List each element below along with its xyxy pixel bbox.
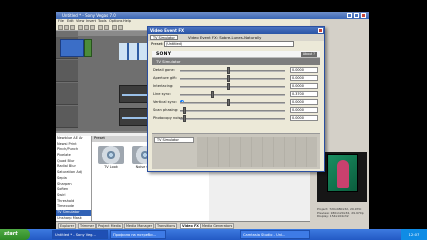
fx-chain-bar: TV Simulator Video Event FX: Sobre-Lunes… bbox=[148, 34, 324, 41]
param-label: Aperture gift: bbox=[153, 76, 177, 80]
param-label: Scan phasing: bbox=[153, 108, 179, 112]
menu-tools[interactable]: Tools bbox=[98, 19, 107, 23]
sony-logo: SONY bbox=[156, 52, 172, 57]
param-row: Photocopy noise: 0.0000 bbox=[152, 115, 320, 122]
close-icon[interactable] bbox=[361, 13, 366, 18]
param-label: Detail gone: bbox=[153, 68, 175, 72]
menu-view[interactable]: View bbox=[76, 19, 84, 23]
param-slider-thumb[interactable] bbox=[227, 75, 230, 82]
param-row: Scan phasing: 0.0000 bbox=[152, 107, 320, 114]
param-value-field[interactable]: 0.0000 bbox=[290, 107, 318, 113]
minimize-icon[interactable] bbox=[347, 13, 352, 18]
menu-help[interactable]: Help bbox=[123, 19, 131, 23]
close-icon[interactable] bbox=[318, 28, 323, 33]
param-slider-thumb[interactable] bbox=[211, 91, 214, 98]
open-icon[interactable] bbox=[64, 25, 69, 30]
param-value-field[interactable]: 0.0000 bbox=[290, 99, 318, 105]
dialog-header-text: Video Event FX: Sobre-Lunes-Naturally bbox=[188, 35, 262, 40]
param-slider-thumb[interactable] bbox=[183, 115, 186, 122]
param-slider-track[interactable] bbox=[180, 118, 285, 120]
preset-label: TV Look bbox=[104, 165, 118, 169]
fx-name-bar: TV Simulator bbox=[152, 58, 320, 65]
envelope-tool-icon[interactable] bbox=[118, 25, 123, 30]
video-clip[interactable] bbox=[84, 39, 92, 57]
copy-icon[interactable] bbox=[84, 25, 89, 30]
app-title: Untitled * - Sony Vegas 7.0 bbox=[62, 13, 116, 18]
param-slider-track[interactable] bbox=[180, 102, 285, 104]
param-value-field[interactable]: 0.0000 bbox=[290, 83, 318, 89]
param-row: Aperture gift: 0.0000 bbox=[152, 75, 320, 82]
taskbar-task[interactable]: Untitled * - Sony Veg... bbox=[52, 230, 108, 239]
param-row: Detail gone: 0.0000 bbox=[152, 67, 320, 74]
param-slider-thumb[interactable] bbox=[183, 107, 186, 114]
param-row: Vertical sync: 0.0000 bbox=[152, 99, 320, 106]
taskbar: start Untitled * - Sony Veg... Профиля н… bbox=[0, 229, 427, 240]
system-clock: 12:07 bbox=[401, 229, 427, 240]
plugin-header: SONY About ? bbox=[152, 51, 320, 58]
param-slider-track[interactable] bbox=[180, 86, 285, 88]
fx-keyframe-area: TV Simulator bbox=[152, 133, 320, 169]
video-clip[interactable] bbox=[60, 39, 84, 57]
param-slider-track[interactable] bbox=[180, 70, 285, 72]
fx-chain-item[interactable]: TV Simulator bbox=[154, 137, 194, 143]
param-row: Interlacing: 0.0000 bbox=[152, 83, 320, 90]
menu-file[interactable]: File bbox=[58, 19, 64, 23]
new-icon[interactable] bbox=[58, 25, 63, 30]
preset-dropdown[interactable]: (Untitled) bbox=[164, 41, 294, 47]
param-label: Line sync: bbox=[153, 92, 172, 96]
param-slider-thumb[interactable] bbox=[227, 99, 230, 106]
param-slider-track[interactable] bbox=[180, 94, 285, 96]
paste-icon[interactable] bbox=[90, 25, 95, 30]
keyframe-timeline[interactable] bbox=[197, 137, 317, 167]
track-header-audio-2[interactable] bbox=[56, 106, 78, 128]
param-slider-thumb[interactable] bbox=[227, 67, 230, 74]
param-value-field[interactable]: 0.3700 bbox=[290, 91, 318, 97]
fx-chip[interactable]: TV Simulator bbox=[150, 35, 178, 40]
preview-info-line: Display: 154x104x32 bbox=[317, 214, 349, 218]
app-titlebar[interactable]: Untitled * - Sony Vegas 7.0 bbox=[56, 12, 369, 19]
about-button[interactable]: About ? bbox=[300, 52, 317, 57]
video-event-fx-dialog: Video Event FX TV Simulator Video Event … bbox=[147, 26, 325, 172]
param-value-field[interactable]: 0.0000 bbox=[290, 67, 318, 73]
menu-options[interactable]: Options bbox=[109, 19, 123, 23]
preset-label: Preset: bbox=[151, 42, 164, 46]
desktop: Untitled * - Sony Vegas 7.0 File Edit Vi… bbox=[0, 0, 427, 240]
preview-frame-image bbox=[327, 154, 358, 192]
taskbar-task[interactable]: Профиля на потреби... bbox=[110, 230, 166, 239]
menu-edit[interactable]: Edit bbox=[67, 19, 74, 23]
preset-thumbnail[interactable] bbox=[98, 146, 124, 164]
cut-icon[interactable] bbox=[78, 25, 83, 30]
menu-insert[interactable]: Insert bbox=[86, 19, 96, 23]
taskbar-task[interactable]: Camtasia Studio - Uni... bbox=[240, 230, 310, 239]
preview-info: Project: 720x480x32, 29.970i Preview: 18… bbox=[317, 207, 369, 220]
track-header-audio[interactable] bbox=[56, 83, 78, 105]
save-icon[interactable] bbox=[70, 25, 75, 30]
param-label: Interlacing: bbox=[153, 84, 174, 88]
param-slider-thumb[interactable] bbox=[227, 83, 230, 90]
dialog-title[interactable]: Video Event FX bbox=[148, 27, 324, 34]
start-button[interactable]: start bbox=[0, 229, 30, 240]
redo-icon[interactable] bbox=[104, 25, 109, 30]
param-slider-track[interactable] bbox=[180, 110, 285, 112]
edit-tool-icon[interactable] bbox=[112, 25, 117, 30]
param-value-field[interactable]: 0.0000 bbox=[290, 115, 318, 121]
preset-row: Preset: (Untitled) bbox=[148, 41, 324, 47]
maximize-icon[interactable] bbox=[354, 13, 359, 18]
fx-plugin-list[interactable]: Newblue AE Ar Newsi Print Pinch/Punch Pi… bbox=[56, 136, 92, 225]
param-value-field[interactable]: 0.0000 bbox=[290, 75, 318, 81]
track-header-video-2[interactable] bbox=[56, 60, 78, 82]
undo-icon[interactable] bbox=[98, 25, 103, 30]
param-slider-track[interactable] bbox=[180, 78, 285, 80]
param-row: Line sync: 0.3700 bbox=[152, 91, 320, 98]
param-label: Vertical sync: bbox=[153, 100, 178, 104]
